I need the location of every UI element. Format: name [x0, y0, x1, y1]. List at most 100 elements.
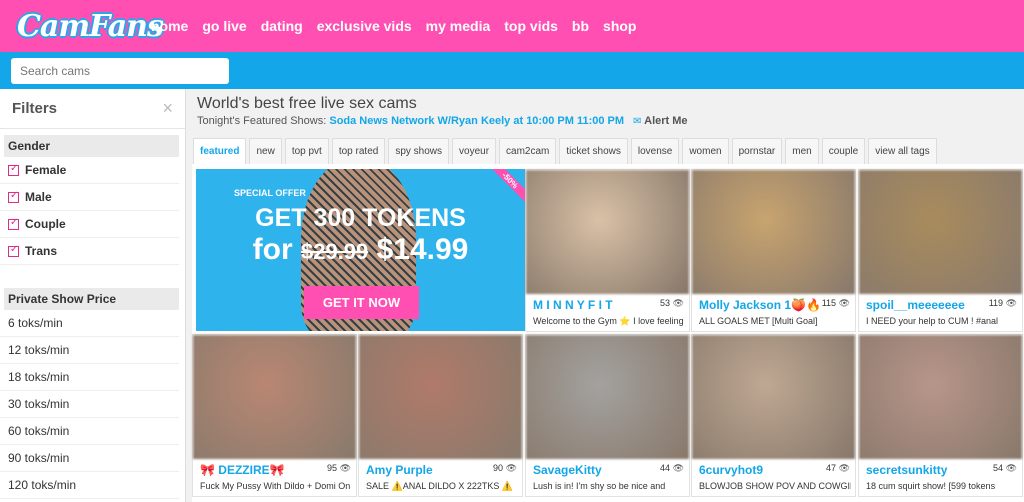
cam-name[interactable]: M I N N Y F I T — [533, 298, 655, 312]
cam-card[interactable]: Molly Jackson 1🍑🔥 115 👁 ALL GOALS MET [M… — [691, 169, 856, 332]
cam-card[interactable]: M I N N Y F I T 53 👁 Welcome to the Gym … — [525, 169, 690, 332]
promo-new-price: $14.99 — [376, 233, 469, 266]
tab-couple[interactable]: couple — [821, 138, 866, 164]
filters-sidebar: Filters × Gender Female Male Couple Tran… — [0, 89, 186, 502]
eye-icon: 👁 — [339, 463, 351, 473]
eye-icon: 👁 — [838, 298, 850, 308]
alert-me-button[interactable]: ✉ Alert Me — [633, 115, 687, 127]
tab-cam2cam[interactable]: cam2cam — [499, 138, 557, 164]
get-it-now-button[interactable]: GET IT NOW — [304, 286, 419, 319]
viewer-number: 54 — [993, 463, 1004, 473]
tab-featured[interactable]: featured — [193, 138, 247, 164]
price-option[interactable]: 6 toks/min — [0, 310, 179, 337]
nav-my-media[interactable]: my media — [426, 18, 491, 34]
cam-subtitle: SALE ⚠️ANAL DILDO X 222TKS ⚠️ — [366, 481, 514, 491]
cam-thumbnail[interactable] — [859, 335, 1022, 459]
cam-card[interactable]: 🎀 DEZZIRE🎀 95 👁 Fuck My Pussy With Dildo… — [192, 334, 357, 497]
tab-top-rated[interactable]: top rated — [331, 138, 386, 164]
featured-show-link[interactable]: Soda News Network W/Ryan Keely at 10:00 … — [329, 115, 624, 127]
cam-subtitle: I NEED your help to CUM ! #anal — [866, 316, 999, 326]
tab-new[interactable]: new — [249, 138, 282, 164]
viewer-number: 47 — [826, 463, 837, 473]
cam-name[interactable]: spoil__meeeeeee — [866, 298, 988, 312]
nav-top-vids[interactable]: top vids — [504, 18, 558, 34]
top-bar: CamFans home go live dating exclusive vi… — [0, 0, 1024, 52]
nav-dating[interactable]: dating — [261, 18, 303, 34]
cam-card[interactable]: Amy Purple 90 👁 SALE ⚠️ANAL DILDO X 222T… — [358, 334, 523, 497]
tab-ticket-shows[interactable]: ticket shows — [559, 138, 628, 164]
cam-name[interactable]: Amy Purple — [366, 463, 488, 477]
site-logo[interactable]: CamFans — [17, 9, 164, 44]
cam-subtitle: 18 cum squirt show! [599 tokens — [866, 481, 996, 491]
alert-label: Alert Me — [644, 115, 688, 127]
eye-icon: 👁 — [1005, 463, 1017, 473]
filter-male[interactable]: Male — [0, 184, 179, 211]
tab-view-all-tags[interactable]: view all tags — [868, 138, 937, 164]
cam-name[interactable]: SavageKitty — [533, 463, 655, 477]
cam-thumbnail[interactable] — [193, 335, 356, 459]
viewer-count: 119 👁 — [989, 298, 1017, 309]
cam-thumbnail[interactable] — [692, 335, 855, 459]
cam-thumbnail[interactable] — [526, 335, 689, 459]
price-option[interactable]: 60 toks/min — [0, 418, 179, 445]
cam-name[interactable]: 🎀 DEZZIRE🎀 — [200, 463, 322, 477]
filter-label: Couple — [25, 217, 66, 231]
nav-bb[interactable]: bb — [572, 18, 589, 34]
viewer-number: 95 — [327, 463, 338, 473]
price-option[interactable]: 90 toks/min — [0, 445, 179, 472]
eye-icon: 👁 — [672, 463, 684, 473]
viewer-number: 119 — [988, 298, 1004, 308]
search-input[interactable] — [11, 58, 229, 84]
viewer-number: 53 — [660, 298, 671, 308]
nav-shop[interactable]: shop — [603, 18, 636, 34]
eye-icon: 👁 — [672, 298, 684, 308]
tab-voyeur[interactable]: voyeur — [452, 138, 497, 164]
filter-female[interactable]: Female — [0, 157, 179, 184]
tab-women[interactable]: women — [682, 138, 729, 164]
nav-home[interactable]: home — [151, 18, 188, 34]
promo-banner[interactable]: SPECIAL OFFER GET 300 TOKENS for $29.99 … — [196, 169, 525, 331]
cam-subtitle: Lush is in! I'm shy so be nice and — [533, 481, 666, 491]
checkbox-icon[interactable] — [8, 217, 19, 230]
checkbox-icon[interactable] — [8, 163, 19, 176]
cam-card[interactable]: SavageKitty 44 👁 Lush is in! I'm shy so … — [525, 334, 690, 497]
cam-card[interactable]: secretsunkitty 54 👁 18 cum squirt show! … — [858, 334, 1023, 497]
checkbox-icon[interactable] — [8, 190, 19, 203]
price-option[interactable]: 120 toks/min — [0, 472, 179, 499]
tab-spy-shows[interactable]: spy shows — [388, 138, 450, 164]
cam-card[interactable]: spoil__meeeeeee 119 👁 I NEED your help t… — [858, 169, 1023, 332]
eye-icon: 👁 — [838, 463, 850, 473]
cam-card[interactable]: 6curvyhot9 47 👁 BLOWJOB SHOW POV AND COW… — [691, 334, 856, 497]
price-option[interactable]: 12 toks/min — [0, 337, 179, 364]
cam-thumbnail[interactable] — [526, 170, 689, 294]
price-option[interactable]: 18 toks/min — [0, 364, 179, 391]
main-content: World's best free live sex cams Tonight'… — [186, 89, 1024, 502]
tab-pornstar[interactable]: pornstar — [731, 138, 783, 164]
cam-name[interactable]: 6curvyhot9 — [699, 463, 821, 477]
viewer-number: 115 — [821, 298, 837, 308]
checkbox-icon[interactable] — [8, 244, 19, 257]
cam-thumbnail[interactable] — [692, 170, 855, 294]
close-icon[interactable]: × — [162, 98, 173, 119]
filter-trans[interactable]: Trans — [0, 238, 179, 265]
cam-name[interactable]: secretsunkitty — [866, 463, 988, 477]
viewer-count: 95 👁 — [327, 463, 351, 474]
cam-thumbnail[interactable] — [359, 335, 522, 459]
search-bar — [0, 52, 1024, 89]
promo-headline: GET 300 TOKENS — [255, 204, 466, 232]
nav-go-live[interactable]: go live — [202, 18, 246, 34]
filters-header: Filters × — [0, 89, 185, 129]
viewer-count: 115 👁 — [822, 298, 850, 309]
price-option[interactable]: 30 toks/min — [0, 391, 179, 418]
promo-old-price: $29.99 — [300, 239, 369, 264]
tab-top-pvt[interactable]: top pvt — [284, 138, 329, 164]
cam-name[interactable]: Molly Jackson 1🍑🔥 — [699, 298, 821, 312]
discount-badge: -50% — [482, 169, 525, 209]
nav-exclusive-vids[interactable]: exclusive vids — [317, 18, 412, 34]
cam-thumbnail[interactable] — [859, 170, 1022, 294]
tab-men[interactable]: men — [785, 138, 819, 164]
tab-lovense[interactable]: lovense — [630, 138, 680, 164]
promo-price-line: for $29.99 $14.99 — [196, 233, 525, 267]
filter-couple[interactable]: Couple — [0, 211, 179, 238]
gender-group-title: Gender — [4, 135, 179, 157]
